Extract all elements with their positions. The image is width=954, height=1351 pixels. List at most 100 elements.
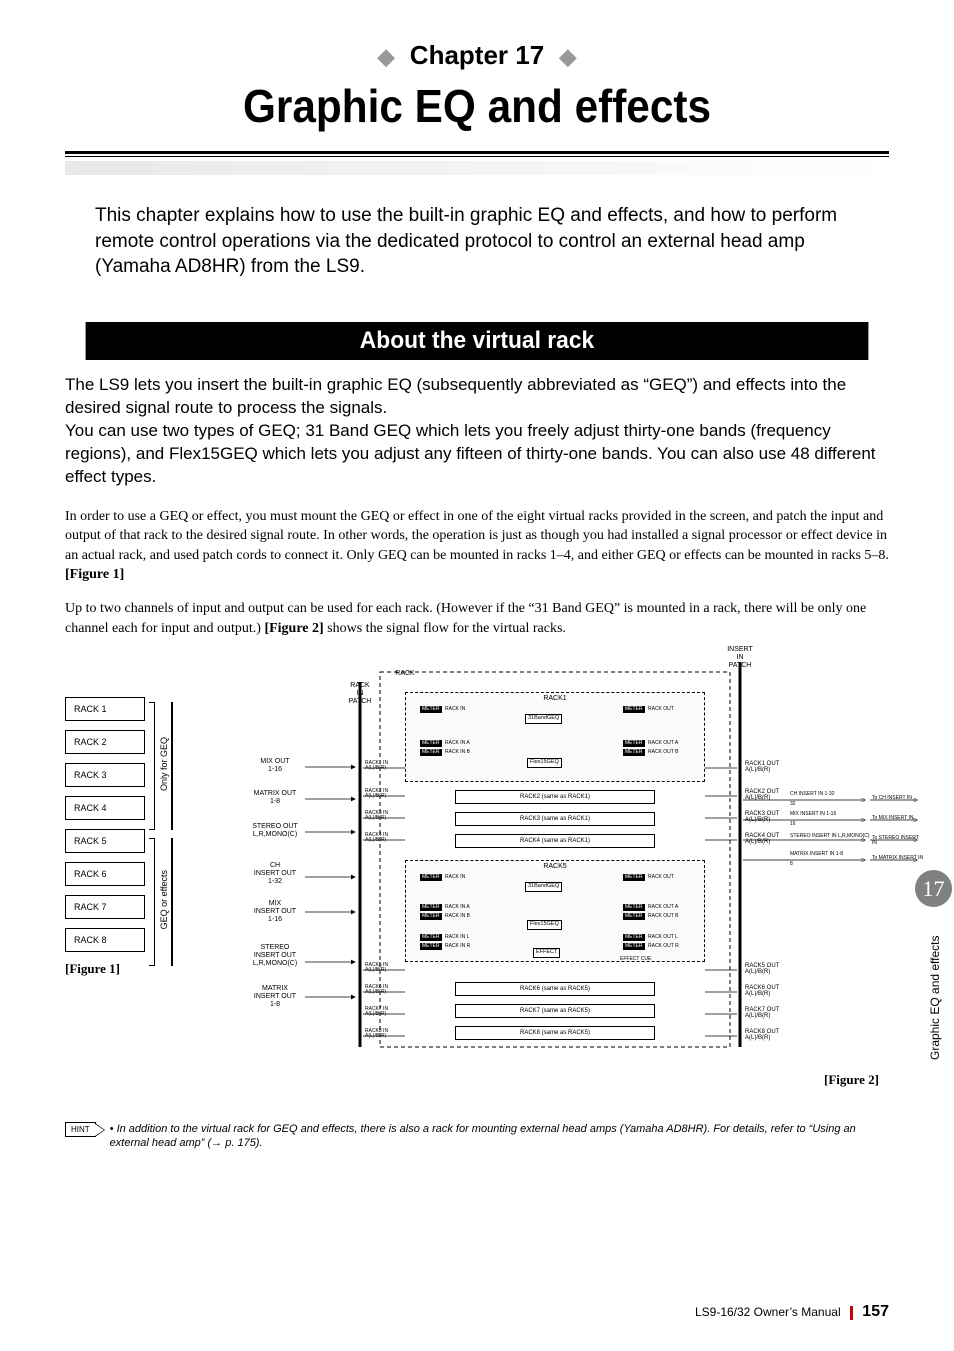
body-paragraph-3: Up to two channels of input and output c… (65, 599, 889, 638)
meter-badge: METER (623, 740, 645, 747)
processor-box: 31BandGEQ (525, 882, 562, 892)
io-label: RACK IN A (445, 741, 470, 746)
rack-io-label: RACK5 IN A(L)/B(R) (365, 963, 388, 973)
dest-label: STEREO INSERT IN L,R,MONO(C) (790, 834, 870, 839)
rack-title: RACK1 (406, 695, 704, 702)
side-tab-label: Graphic EQ and effects (928, 920, 942, 1060)
meter-badge: METER (420, 874, 442, 881)
brace-label: GEQ or effects (159, 870, 169, 929)
meter-badge: METER (623, 904, 645, 911)
rack-io-label: RACK5 OUT A(L)/B(R) (745, 963, 805, 975)
body-paragraph-1: The LS9 lets you insert the built-in gra… (65, 374, 889, 489)
rack-same-box: RACK4 (same as RACK1) (455, 834, 655, 848)
io-label: RACK OUT (648, 707, 674, 712)
meter-badge: METER (623, 943, 645, 950)
dest-to: To STEREO INSERT IN (872, 836, 925, 846)
rack-box: RACK 3 (65, 763, 145, 787)
processor-box: EFFECT (533, 948, 560, 958)
patch-label: INSERT IN PATCH (718, 646, 762, 669)
rack-box: RACK 4 (65, 796, 145, 820)
io-label: RACK OUT R (648, 944, 679, 949)
intro-paragraph: This chapter explains how to use the bui… (95, 203, 859, 280)
brace (149, 702, 155, 830)
input-label: MATRIX OUT 1-8 (250, 790, 300, 805)
figure-caption: [Figure 2] (824, 1072, 879, 1088)
io-label: RACK OUT B (648, 914, 678, 919)
processor-box: 31BandGEQ (525, 714, 562, 724)
brace-bar (171, 702, 173, 830)
rack-same-box: RACK3 (same as RACK1) (455, 812, 655, 826)
divider (65, 156, 889, 157)
body-paragraph-2: In order to use a GEQ or effect, you mus… (65, 507, 889, 585)
dest-to: To MIX INSERT IN (872, 816, 914, 821)
rack-same-box: RACK7 (same as RACK5) (455, 1004, 655, 1018)
page-number: 157 (862, 1303, 889, 1320)
rack-same-box: RACK2 (same as RACK1) (455, 790, 655, 804)
io-label: RACK OUT B (648, 750, 678, 755)
io-label: RACK OUT A (648, 741, 678, 746)
io-label: RACK OUT L (648, 935, 678, 940)
rack-io-label: RACK8 OUT A(L)/B(R) (745, 1029, 805, 1041)
diamond-icon: ◆ (559, 44, 576, 69)
separator-icon (850, 1306, 853, 1320)
input-label: MIX INSERT OUT 1-16 (245, 900, 305, 923)
dest-count: 16 (790, 822, 796, 827)
input-label: MATRIX INSERT OUT 1-8 (245, 985, 305, 1008)
chapter-number: Chapter 17 (410, 40, 544, 70)
rack-io-label: RACK6 OUT A(L)/B(R) (745, 985, 805, 997)
rack-io-label: RACK7 OUT A(L)/B(R) (745, 1007, 805, 1019)
dest-label: MIX INSERT IN 1-16 (790, 812, 836, 817)
meter-badge: METER (623, 934, 645, 941)
divider (65, 151, 889, 154)
rack-box: RACK 7 (65, 895, 145, 919)
meter-badge: METER (623, 874, 645, 881)
section-heading: About the virtual rack (86, 322, 869, 360)
io-label: RACK OUT A (648, 905, 678, 910)
hint-label-box: HINT (65, 1122, 96, 1137)
brace (149, 838, 155, 966)
meter-badge: METER (420, 943, 442, 950)
rack-io-label: RACK3 IN A(L)/B(R) (365, 811, 388, 821)
input-label: CH INSERT OUT 1-32 (245, 862, 305, 885)
dest-count: 32 (790, 802, 796, 807)
figure-2: MIX OUT 1-16 MATRIX OUT 1-8 STEREO OUT L… (245, 652, 925, 1062)
manual-name: LS9-16/32 Owner’s Manual (695, 1305, 841, 1319)
hint-block: HINT • In addition to the virtual rack f… (65, 1122, 889, 1151)
io-label: RACK IN R (445, 944, 470, 949)
rack-io-label: RACK6 IN A(L)/B(R) (365, 985, 388, 995)
rack-io-label: RACK7 IN A(L)/B(R) (365, 1007, 388, 1017)
dest-count: 8 (790, 862, 793, 867)
dest-label: CH INSERT IN 1-32 (790, 792, 835, 797)
rack-box: RACK 8 (65, 928, 145, 952)
gradient-band (65, 161, 889, 175)
io-label: RACK OUT (648, 875, 674, 880)
page-footer: LS9-16/32 Owner’s Manual 157 (65, 1303, 889, 1321)
meter-badge: METER (623, 749, 645, 756)
chapter-badge: 17 (915, 870, 952, 907)
rack-label: RACK (385, 670, 425, 678)
meter-badge: METER (420, 904, 442, 911)
input-label: STEREO INSERT OUT L,R,MONO(C) (245, 944, 305, 967)
hint-label: HINT (71, 1125, 90, 1134)
io-label: RACK IN L (445, 935, 469, 940)
dest-to: To CH INSERT IN (872, 796, 912, 801)
hint-text: • In addition to the virtual rack for GE… (110, 1122, 889, 1151)
pointer-icon (95, 1123, 105, 1137)
input-label: MIX OUT 1-16 (250, 758, 300, 773)
meter-badge: METER (623, 913, 645, 920)
meter-badge: METER (420, 740, 442, 747)
rack-box: RACK 2 (65, 730, 145, 754)
io-label: RACK IN (445, 707, 465, 712)
rack-io-label: RACK2 IN A(L)/B(R) (365, 789, 388, 799)
processor-box: Flex15GEQ (527, 920, 562, 930)
side-tab: 17 Graphic EQ and effects (916, 850, 954, 1250)
rack-box: RACK 6 (65, 862, 145, 886)
io-label: RACK IN (445, 875, 465, 880)
input-label: STEREO OUT L,R,MONO(C) (245, 823, 305, 838)
page-title: Graphic EQ and effects (98, 79, 856, 133)
meter-badge: METER (420, 934, 442, 941)
rack-box: RACK 1 (65, 697, 145, 721)
figure-caption: [Figure 1] (65, 961, 185, 977)
meter-badge: METER (623, 706, 645, 713)
io-label: RACK IN B (445, 914, 470, 919)
